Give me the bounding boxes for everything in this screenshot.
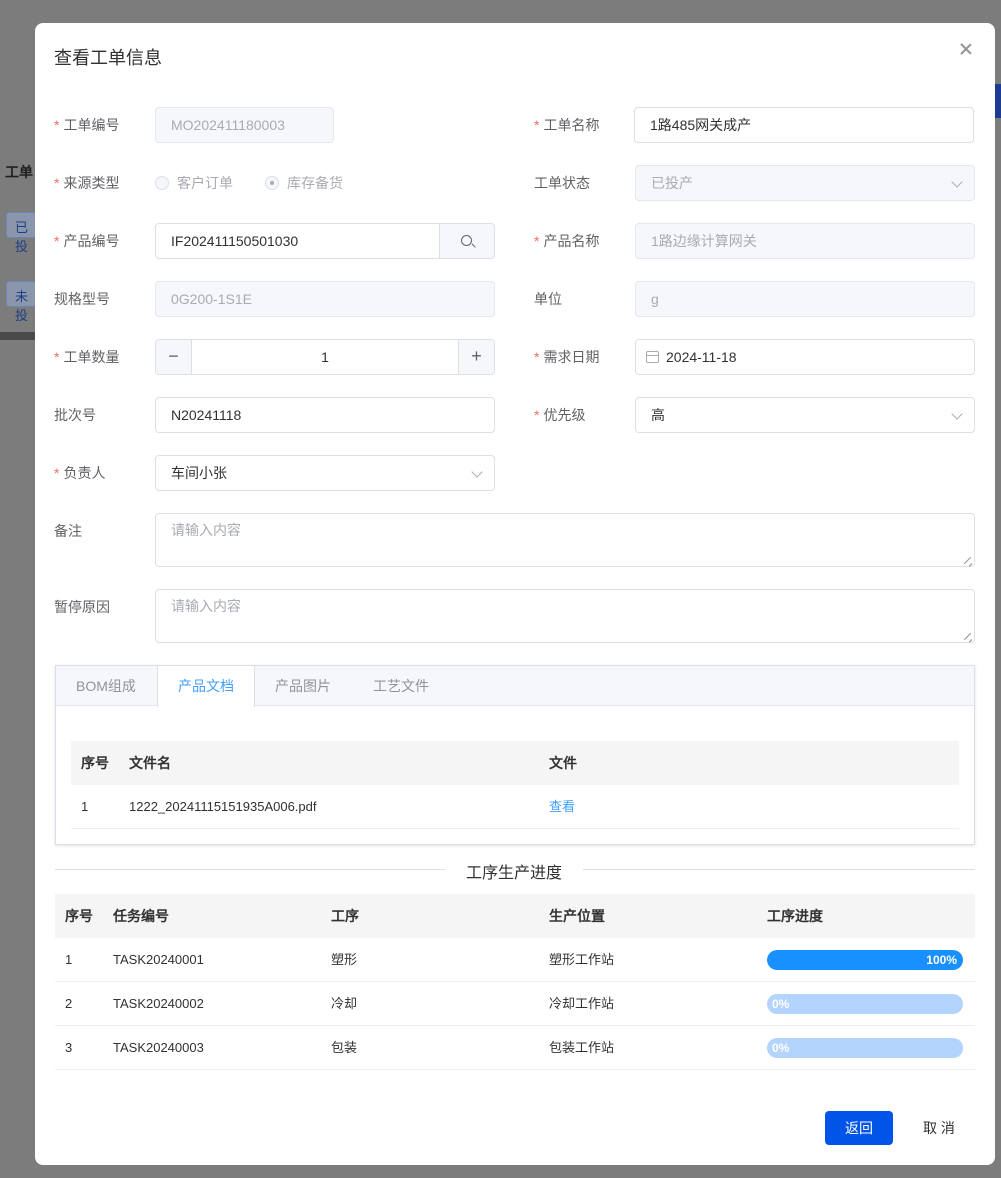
row-index: 1 [81,799,89,814]
background-divider [0,332,40,340]
chevron-down-icon [471,466,483,478]
background-header-text: 工单 [5,164,33,180]
chevron-down-icon [951,408,963,420]
header-index: 序号 [65,908,93,924]
order-status-select[interactable]: 已投产 [635,165,975,201]
priority-label: * 优先级 [534,407,586,423]
priority-select[interactable]: 高 [635,397,975,433]
background-status-tag: 已投 [6,212,36,254]
row-index: 1 [65,952,73,967]
background-side-tab [995,84,1001,118]
row-process: 冷却 [331,996,358,1011]
cancel-button[interactable]: 取 消 [911,1111,967,1145]
demand-date-picker[interactable]: 2024-11-18 [635,339,975,375]
close-icon[interactable] [958,41,974,57]
back-button[interactable]: 返回 [825,1111,893,1145]
row-location: 冷却工作站 [549,996,615,1011]
resize-handle[interactable] [964,632,972,640]
product-name-input[interactable]: 1路边缘计算网关 [635,223,975,259]
order-no-input[interactable]: MO202411180003 [155,107,334,143]
divider-line [583,869,975,870]
pause-reason-label: 暂停原因 [54,599,110,615]
search-icon [461,235,472,246]
product-search-button[interactable] [439,223,495,259]
order-name-label: * 工单名称 [534,117,600,133]
radio-circle-checked [265,176,279,190]
quantity-label: * 工单数量 [54,349,120,365]
unit-label: 单位 [534,291,562,307]
row-task: TASK20240001 [113,952,204,967]
header-location: 生产位置 [549,908,605,924]
header-index: 序号 [81,755,109,771]
decrease-button[interactable]: − [156,340,192,374]
order-status-label: 工单状态 [534,175,590,191]
order-detail-dialog: 查看工单信息 * 工单编号 MO202411180003 * 工单名称 1路485网… [35,23,995,1165]
resize-handle[interactable] [964,556,972,564]
spec-input[interactable]: 0G200-1S1E [155,281,495,317]
quantity-stepper[interactable]: − 1 + [155,339,495,375]
progress-text: 0% [772,1041,790,1055]
demand-date-label: * 需求日期 [534,349,600,365]
row-location: 塑形工作站 [549,952,615,967]
doc-table-header: 序号 文件名 文件 [71,741,959,785]
row-index: 3 [65,1040,73,1055]
radio-customer-order[interactable]: 客户订单 [155,173,233,193]
section-title: 工序生产进度 [466,865,563,882]
row-index: 2 [65,996,73,1011]
batch-no-label: 批次号 [54,407,96,423]
header-filename: 文件名 [129,755,171,771]
batch-no-input[interactable]: N20241118 [155,397,495,433]
table-row: 2 TASK20240002 冷却 冷却工作站 0% [55,982,975,1026]
row-location: 包装工作站 [549,1040,615,1055]
owner-label: * 负责人 [54,465,106,481]
radio-stock-reserve[interactable]: 库存备货 [265,173,343,193]
order-name-input[interactable]: 1路485网关成产 [634,107,974,143]
radio-circle [155,176,169,190]
dialog-title: 查看工单信息 [54,48,162,68]
order-no-label: * 工单编号 [54,117,120,133]
header-process: 工序 [331,908,359,924]
progress-bar: 0% [767,994,963,1014]
increase-button[interactable]: + [458,340,494,374]
remark-textarea[interactable]: 请输入内容 [155,513,975,567]
table-row: 1 1222_20241115151935A006.pdf 查看 [71,785,959,829]
tabs-header: BOM组成 产品文档 产品图片 工艺文件 [56,666,974,707]
row-filename: 1222_20241115151935A006.pdf [129,799,317,814]
product-code-label: * 产品编号 [54,233,120,249]
divider-line [55,869,445,870]
product-name-label: * 产品名称 [534,233,600,249]
unit-input[interactable]: g [635,281,975,317]
tab-bom[interactable]: BOM组成 [56,666,156,706]
table-row: 1 TASK20240001 塑形 塑形工作站 100% [55,938,975,982]
row-process: 包装 [331,1040,358,1055]
row-task: TASK20240003 [113,1040,204,1055]
row-process: 塑形 [331,952,358,967]
tab-process-files[interactable]: 工艺文件 [353,666,449,706]
view-file-link[interactable]: 查看 [549,785,575,829]
quantity-value: 1 [321,349,329,365]
source-type-label: * 来源类型 [54,175,120,191]
tabs-card: BOM组成 产品文档 产品图片 工艺文件 序号 文件名 文件 1 1222_20… [55,665,975,845]
progress-table-header: 序号 任务编号 工序 生产位置 工序进度 [55,894,975,938]
background-status-tag: 未投 [6,281,36,323]
header-progress: 工序进度 [767,908,823,924]
progress-bar: 0% [767,1038,963,1058]
owner-select[interactable]: 车间小张 [155,455,495,491]
progress-text: 0% [772,997,790,1011]
progress-bar: 100% [767,950,963,970]
row-task: TASK20240002 [113,996,204,1011]
header-task: 任务编号 [113,908,169,924]
tab-product-docs[interactable]: 产品文档 [157,666,255,707]
header-file: 文件 [549,755,577,771]
progress-text: 100% [926,953,957,967]
table-row: 3 TASK20240003 包装 包装工作站 0% [55,1026,975,1070]
chevron-down-icon [951,176,963,188]
remark-label: 备注 [54,523,82,539]
tab-product-images[interactable]: 产品图片 [255,666,351,706]
product-code-input[interactable]: IF202411150501030 [155,223,441,259]
pause-reason-textarea[interactable]: 请输入内容 [155,589,975,643]
calendar-icon [646,351,659,363]
spec-label: 规格型号 [54,291,110,307]
